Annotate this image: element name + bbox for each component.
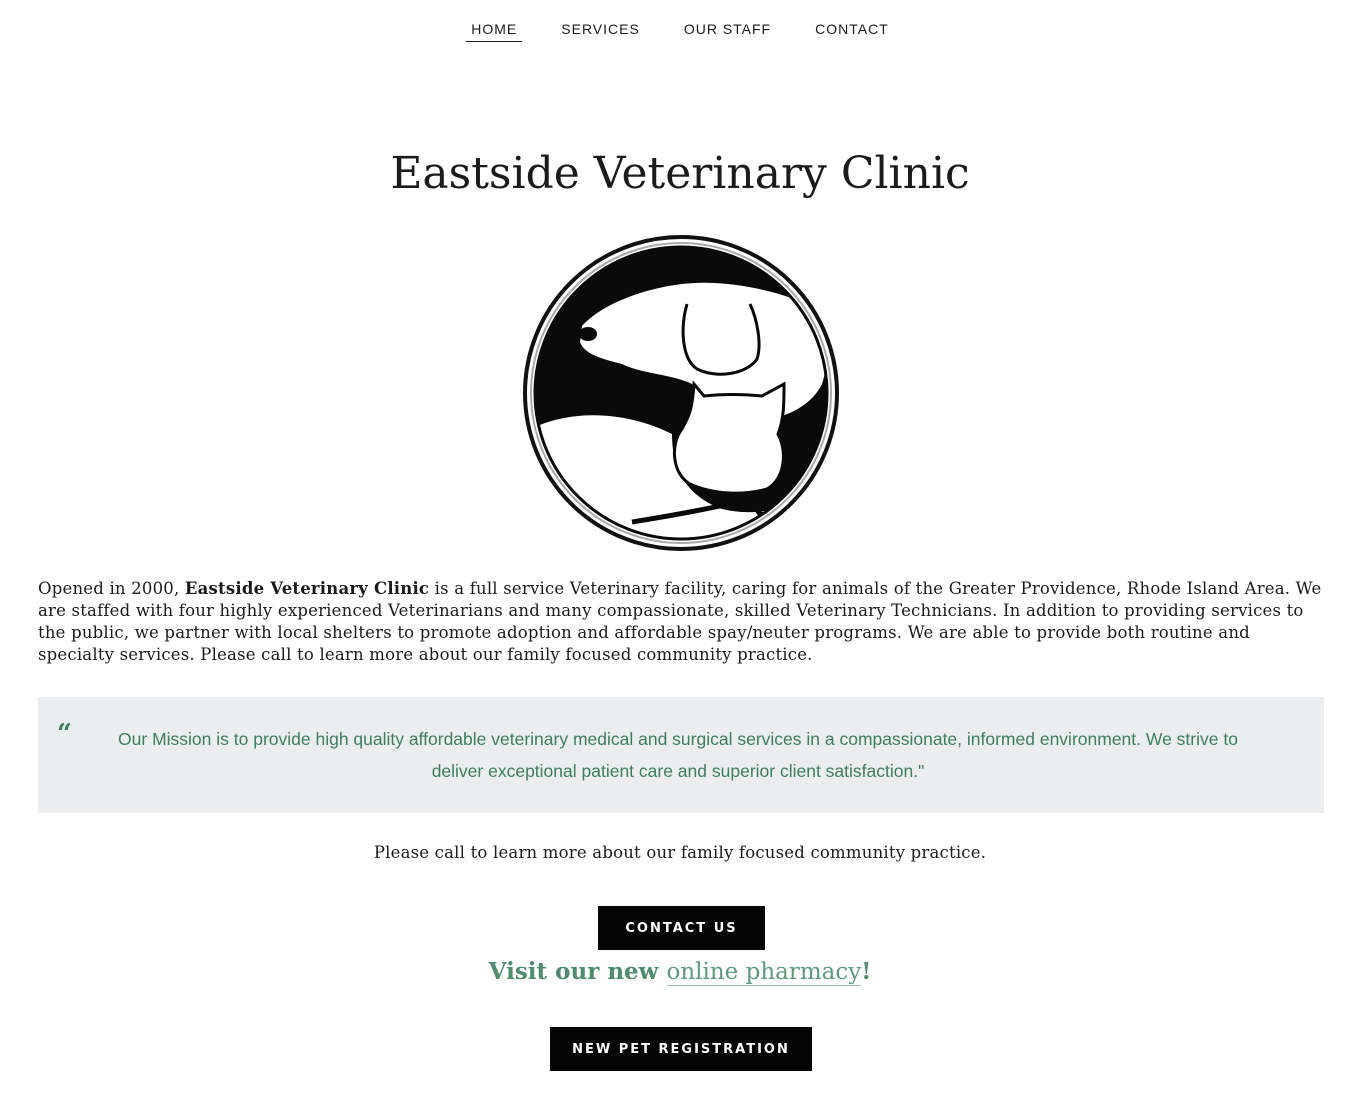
nav-contact[interactable]: CONTACT [810, 21, 894, 41]
nav-our-staff[interactable]: OUR STAFF [679, 21, 776, 41]
nav-services[interactable]: SERVICES [556, 21, 645, 41]
new-pet-registration-button[interactable]: NEW PET REGISTRATION [550, 1027, 812, 1071]
contact-us-button[interactable]: CONTACT US [598, 906, 765, 950]
quote-mark-icon: “ [57, 719, 72, 749]
page-title: Eastside Veterinary Clinic [390, 148, 970, 199]
nav-home[interactable]: HOME [466, 21, 523, 42]
pharmacy-prefix: Visit our new [488, 958, 667, 985]
intro-prefix: Opened in 2000, [38, 579, 185, 598]
mission-quote-block: “ Our Mission is to provide high quality… [38, 697, 1324, 813]
call-to-learn-text: Please call to learn more about our fami… [373, 843, 987, 862]
main-navigation: HOME SERVICES OUR STAFF CONTACT [0, 0, 1360, 62]
intro-paragraph: Opened in 2000, Eastside Veterinary Clin… [38, 578, 1324, 666]
intro-clinic-name: Eastside Veterinary Clinic [184, 579, 430, 598]
pharmacy-promo: Visit our new online pharmacy! [0, 958, 1360, 986]
online-pharmacy-link[interactable]: online pharmacy [666, 959, 862, 986]
dog-and-cat-logo-icon [523, 235, 839, 551]
pharmacy-suffix: ! [861, 958, 872, 985]
mission-statement: Our Mission is to provide high quality a… [118, 729, 1238, 781]
